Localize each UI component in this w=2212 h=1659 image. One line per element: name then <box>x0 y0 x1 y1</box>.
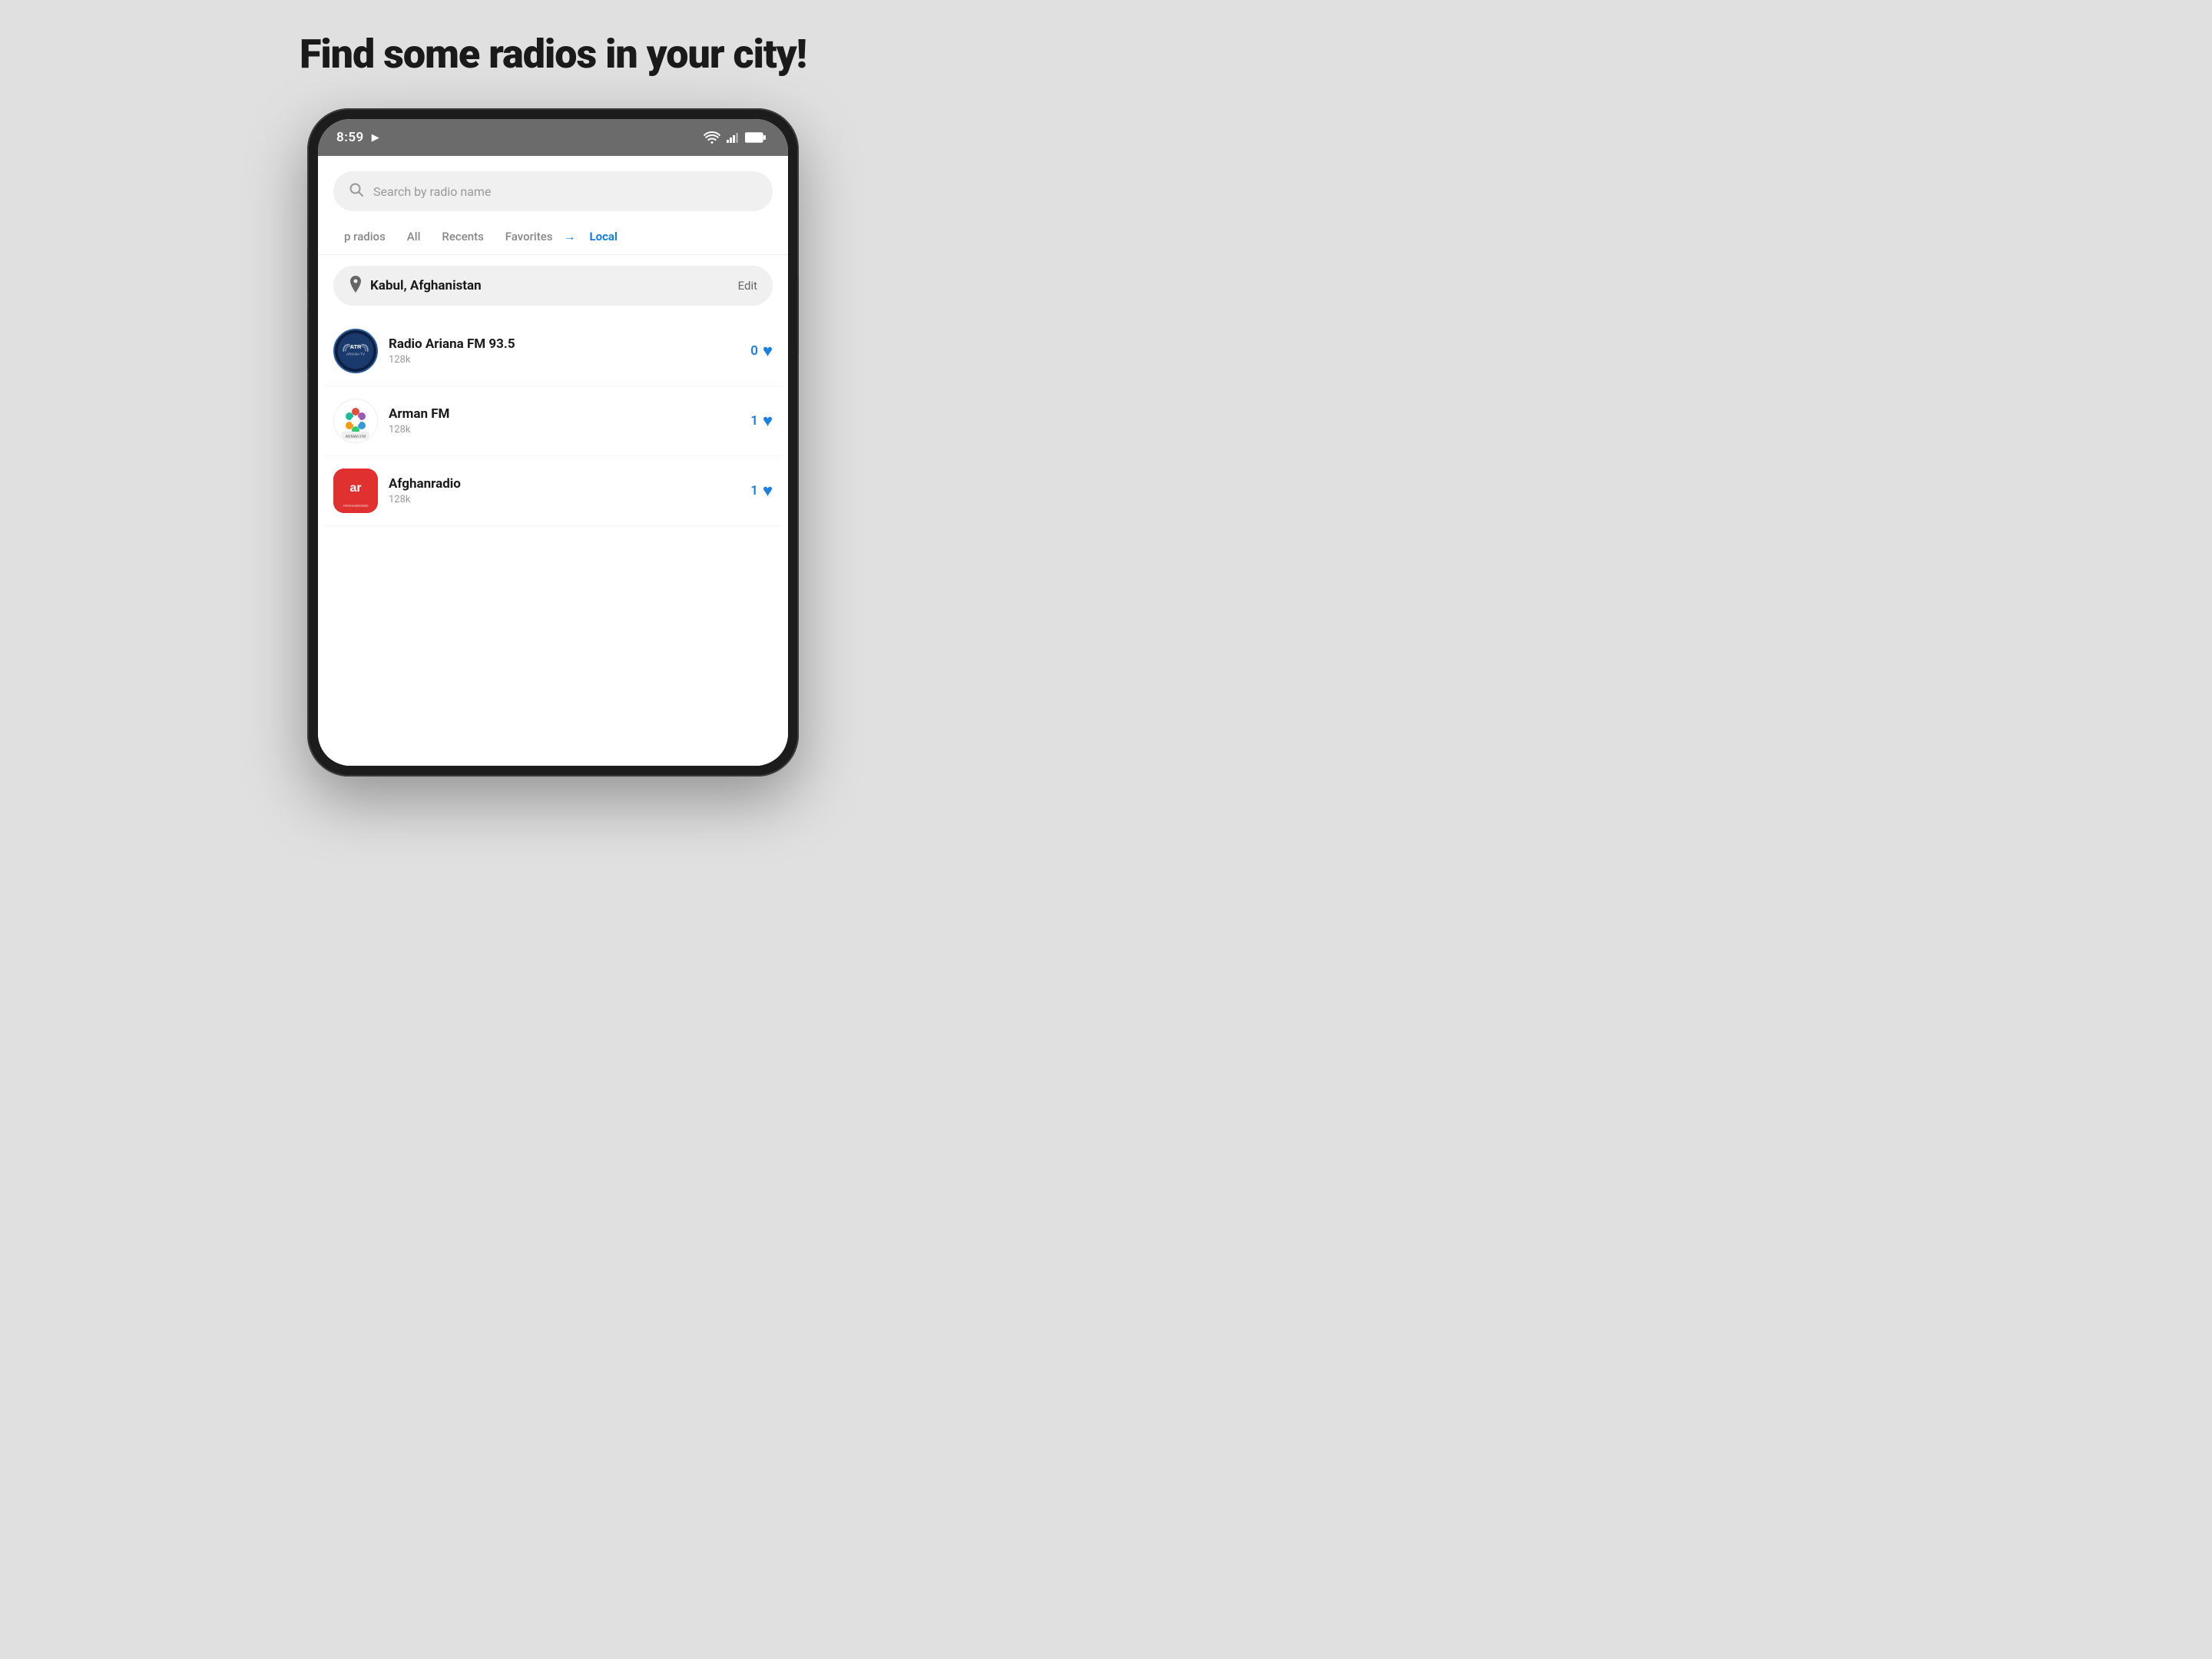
radio-name: Arman FM <box>389 406 740 422</box>
tab-all[interactable]: All <box>396 225 432 248</box>
location-bar[interactable]: Kabul, Afghanistan Edit <box>333 266 773 306</box>
search-icon <box>349 182 364 201</box>
likes-count: 1 <box>750 413 758 429</box>
page-title: Find some radios in your city! <box>300 31 806 78</box>
phone-screen: 8:59 ▶ <box>318 119 788 766</box>
status-bar: 8:59 ▶ <box>318 119 788 156</box>
tab-recents[interactable]: Recents <box>431 225 494 248</box>
search-container: Search by radio name <box>318 156 788 219</box>
location-pin-icon <box>349 276 363 296</box>
radio-item[interactable]: ATR ARIANA TV Radio Ariana FM 93.5 128k … <box>324 316 782 386</box>
search-bar[interactable]: Search by radio name <box>333 171 773 211</box>
radio-bitrate: 128k <box>389 494 740 505</box>
radio-likes[interactable]: 1 ♥ <box>750 481 773 501</box>
radio-list: ATR ARIANA TV Radio Ariana FM 93.5 128k … <box>318 316 788 766</box>
tab-top-radios[interactable]: p radios <box>333 225 396 248</box>
svg-text:ARIANA TV: ARIANA TV <box>346 353 366 356</box>
app-content: Search by radio name p radios All Recent… <box>318 156 788 766</box>
status-time: 8:59 <box>336 130 364 145</box>
svg-text:ar: ar <box>349 482 361 495</box>
radio-info: Arman FM 128k <box>389 406 740 435</box>
radio-name: Afghanradio <box>389 476 740 492</box>
battery-icon <box>745 132 767 143</box>
radio-likes[interactable]: 0 ♥ <box>750 341 773 361</box>
search-placeholder: Search by radio name <box>373 184 491 199</box>
radio-info: Radio Ariana FM 93.5 128k <box>389 336 740 366</box>
radio-info: Afghanradio 128k <box>389 476 740 505</box>
power-button <box>798 277 799 354</box>
phone-frame: 8:59 ▶ <box>307 108 799 777</box>
location-edit-button[interactable]: Edit <box>738 279 757 293</box>
svg-text:ATR: ATR <box>350 343 362 350</box>
radio-bitrate: 128k <box>389 424 740 435</box>
volume-down-button <box>307 308 308 369</box>
tab-favorites[interactable]: Favorites <box>495 225 564 248</box>
wifi-icon <box>704 131 720 144</box>
heart-icon: ♥ <box>763 341 773 361</box>
status-left: 8:59 ▶ <box>336 130 379 145</box>
likes-count: 0 <box>750 343 758 359</box>
status-right <box>704 131 767 144</box>
heart-icon: ♥ <box>763 481 773 501</box>
location-name: Kabul, Afghanistan <box>370 278 482 293</box>
svg-text:ARMAN FM: ARMAN FM <box>346 435 366 439</box>
likes-count: 1 <box>750 483 758 498</box>
radio-likes[interactable]: 1 ♥ <box>750 411 773 431</box>
volume-up-button <box>307 247 308 293</box>
signal-icon <box>727 132 739 143</box>
radio-item[interactable]: ar AFGHANRADIO Afghanradio 128k 1 ♥ <box>324 456 782 526</box>
radio-logo-ariana: ATR ARIANA TV <box>333 329 378 373</box>
tab-local[interactable]: Local <box>579 225 628 248</box>
location-container: Kabul, Afghanistan Edit <box>318 255 788 316</box>
radio-bitrate: 128k <box>389 354 740 366</box>
tab-arrow-icon: → <box>564 229 576 244</box>
heart-icon: ♥ <box>763 411 773 431</box>
radio-logo-arman: ARMAN FM <box>333 399 378 443</box>
radio-logo-afghan: ar AFGHANRADIO <box>333 469 378 513</box>
radio-item[interactable]: ARMAN FM Arman FM 128k 1 ♥ <box>324 386 782 456</box>
tabs-container: p radios All Recents Favorites → Local <box>318 219 788 255</box>
location-left: Kabul, Afghanistan <box>349 276 482 296</box>
radio-name: Radio Ariana FM 93.5 <box>389 336 740 352</box>
play-icon: ▶ <box>372 132 379 144</box>
svg-text:AFGHANRADIO: AFGHANRADIO <box>343 504 369 508</box>
